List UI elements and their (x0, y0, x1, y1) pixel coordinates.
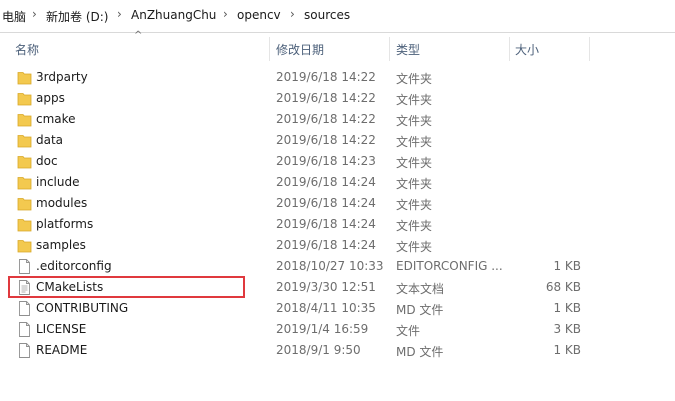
folder-icon (17, 177, 32, 190)
folder-icon (17, 198, 32, 211)
column-divider[interactable] (389, 37, 390, 61)
folder-icon (17, 219, 32, 232)
file-type: 文件夹 (396, 72, 433, 86)
column-divider[interactable] (509, 37, 510, 61)
folder-icon (17, 72, 32, 85)
file-type: 文本文档 (396, 282, 445, 296)
file-type: EDITORCONFIG ... (396, 259, 503, 273)
file-type: MD 文件 (396, 345, 444, 359)
breadcrumb-item-anzhuangchu[interactable]: AnZhuangChu (131, 8, 216, 22)
file-size: 3 KB (553, 322, 581, 336)
breadcrumb-item-this-pc[interactable]: 电脑 (2, 8, 26, 25)
file-type: 文件夹 (396, 198, 433, 212)
column-header-type[interactable]: 类型 (396, 41, 420, 58)
column-header-name[interactable]: 名称 (15, 41, 39, 58)
file-row[interactable]: .editorconfig 2018/10/27 10:33 EDITORCON… (0, 256, 675, 277)
file-row[interactable]: 3rdparty 2019/6/18 14:22 文件夹 (0, 67, 675, 88)
file-type: 文件夹 (396, 219, 433, 233)
file-date: 2019/6/18 14:22 (276, 91, 376, 105)
file-date: 2018/9/1 9:50 (276, 343, 361, 357)
file-type: 文件夹 (396, 177, 433, 191)
folder-icon (17, 135, 32, 148)
file-row[interactable]: LICENSE 2019/1/4 16:59 文件 3 KB (0, 319, 675, 340)
breadcrumb-separator: › (32, 7, 37, 21)
file-name: apps (36, 91, 65, 105)
file-type: 文件夹 (396, 114, 433, 128)
file-size: 68 KB (545, 280, 581, 294)
file-icon (19, 301, 30, 316)
breadcrumb-item-drive[interactable]: 新加卷 (D:) (46, 8, 108, 25)
file-icon (19, 259, 30, 274)
folder-icon (17, 114, 32, 127)
file-name: modules (36, 196, 88, 210)
file-type: 文件夹 (396, 135, 433, 149)
file-date: 2019/6/18 14:24 (276, 196, 376, 210)
file-date: 2018/10/27 10:33 (276, 259, 384, 273)
file-name: include (36, 175, 80, 189)
file-row[interactable]: doc 2019/6/18 14:23 文件夹 (0, 151, 675, 172)
file-date: 2019/6/18 14:24 (276, 217, 376, 231)
file-name: CONTRIBUTING (36, 301, 129, 315)
file-type: 文件夹 (396, 156, 433, 170)
file-date: 2019/3/30 12:51 (276, 280, 376, 294)
file-date: 2019/6/18 14:22 (276, 70, 376, 84)
column-divider[interactable] (589, 37, 590, 61)
file-row[interactable]: samples 2019/6/18 14:24 文件夹 (0, 235, 675, 256)
file-date: 2018/4/11 10:35 (276, 301, 376, 315)
highlight-box (8, 276, 245, 298)
file-date: 2019/6/18 14:22 (276, 112, 376, 126)
file-name: LICENSE (36, 322, 87, 336)
file-row[interactable]: README 2018/9/1 9:50 MD 文件 1 KB (0, 340, 675, 361)
file-row[interactable]: platforms 2019/6/18 14:24 文件夹 (0, 214, 675, 235)
file-name: 3rdparty (36, 70, 88, 84)
file-size: 1 KB (553, 301, 581, 315)
breadcrumb-separator: › (223, 7, 228, 21)
folder-icon (17, 156, 32, 169)
file-size: 1 KB (553, 343, 581, 357)
file-icon (19, 343, 30, 358)
file-name: doc (36, 154, 58, 168)
file-name: samples (36, 238, 86, 252)
file-name: .editorconfig (36, 259, 112, 273)
file-type: MD 文件 (396, 303, 444, 317)
column-divider[interactable] (269, 37, 270, 61)
folder-icon (17, 240, 32, 253)
file-size: 1 KB (553, 259, 581, 273)
file-type: 文件夹 (396, 240, 433, 254)
file-date: 2019/6/18 14:24 (276, 175, 376, 189)
column-header: 名称 修改日期 类型 大小 (0, 37, 675, 61)
file-date: 2019/6/18 14:24 (276, 238, 376, 252)
file-row[interactable]: include 2019/6/18 14:24 文件夹 (0, 172, 675, 193)
file-row[interactable]: cmake 2019/6/18 14:22 文件夹 (0, 109, 675, 130)
folder-icon (17, 93, 32, 106)
file-row[interactable]: data 2019/6/18 14:22 文件夹 (0, 130, 675, 151)
file-type: 文件 (396, 324, 421, 338)
column-header-size[interactable]: 大小 (515, 41, 539, 58)
address-bar[interactable]: 电脑 › 新加卷 (D:) › AnZhuangChu › opencv › s… (0, 0, 675, 33)
file-type: 文件夹 (396, 93, 433, 107)
file-name: platforms (36, 217, 94, 231)
breadcrumb-item-opencv[interactable]: opencv (237, 8, 281, 22)
file-name: cmake (36, 112, 76, 126)
breadcrumb-separator: › (290, 7, 295, 21)
column-header-date[interactable]: 修改日期 (276, 41, 324, 58)
file-date: 2019/6/18 14:22 (276, 133, 376, 147)
file-name: README (36, 343, 88, 357)
file-row[interactable]: CONTRIBUTING 2018/4/11 10:35 MD 文件 1 KB (0, 298, 675, 319)
file-icon (19, 322, 30, 337)
file-name: data (36, 133, 64, 147)
file-date: 2019/1/4 16:59 (276, 322, 369, 336)
breadcrumb-item-sources[interactable]: sources (304, 8, 350, 22)
breadcrumb-separator: › (117, 7, 122, 21)
file-row[interactable]: apps 2019/6/18 14:22 文件夹 (0, 88, 675, 109)
file-row[interactable]: modules 2019/6/18 14:24 文件夹 (0, 193, 675, 214)
file-date: 2019/6/18 14:23 (276, 154, 376, 168)
